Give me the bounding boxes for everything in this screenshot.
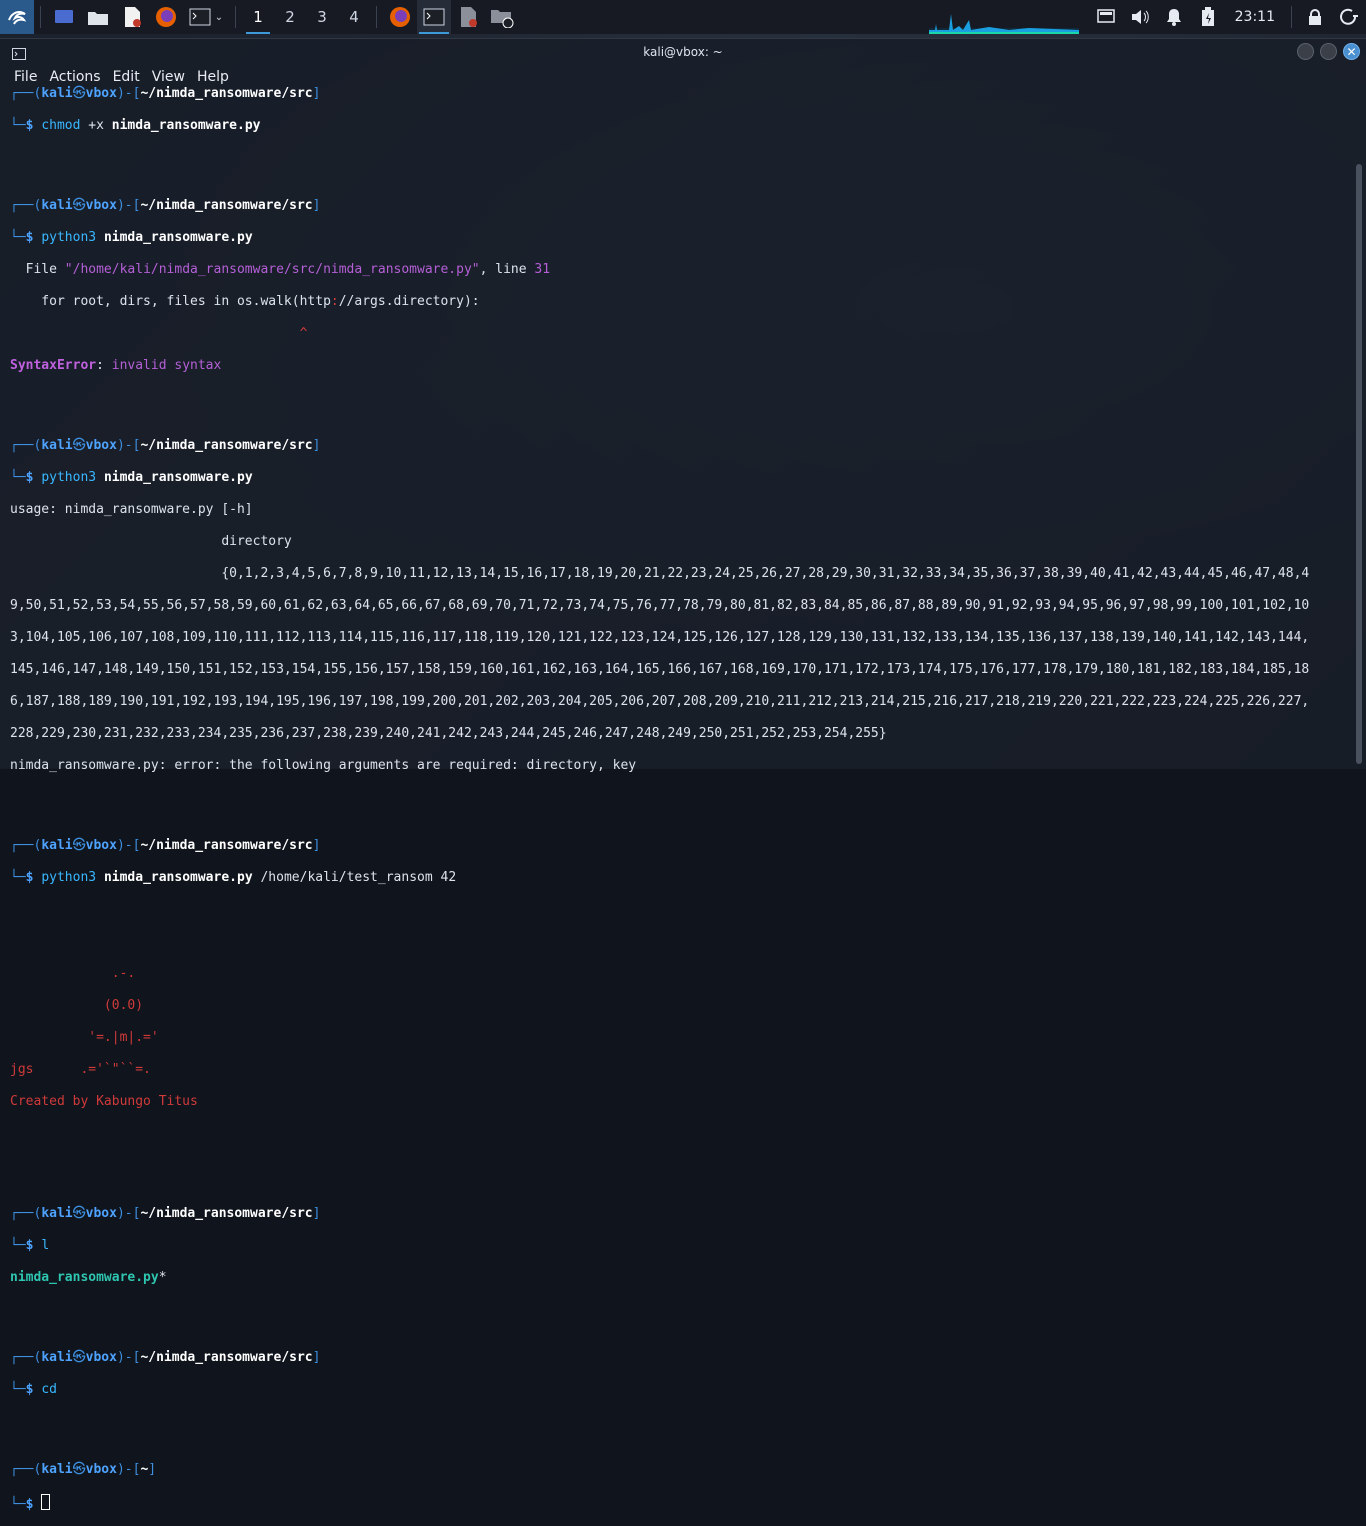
workspace-1[interactable]: 1	[242, 0, 274, 34]
ascii-art-line: '=.|m|.='	[10, 1030, 159, 1045]
prompt-line: ┌──(kali㉿vbox)-[~/nimda_ransomware/src]	[10, 438, 321, 453]
volume-button[interactable]	[1123, 0, 1157, 34]
command-line: └─$ l	[10, 1238, 50, 1253]
prompt-line: ┌──(kali㉿vbox)-[~/nimda_ransomware/src]	[10, 198, 321, 213]
terminal-icon	[423, 8, 445, 26]
text-editor-icon	[461, 7, 477, 27]
notifications-button[interactable]	[1157, 0, 1191, 34]
ascii-art-line: (0.0)	[10, 998, 144, 1013]
show-desktop-button[interactable]	[47, 0, 81, 34]
command-line: └─$ python3 nimda_ransomware.py	[10, 470, 253, 485]
cpu-graph	[928, 0, 1079, 34]
command-line: └─$ python3 nimda_ransomware.py /home/ka…	[10, 870, 457, 885]
traceback-caret: ^	[10, 326, 308, 341]
workspace-3[interactable]: 3	[306, 0, 338, 34]
top-panel: ⌄ 1 2 3 4 23:11	[0, 0, 1366, 34]
prompt-line: ┌──(kali㉿vbox)-[~/nimda_ransomware/src]	[10, 1350, 321, 1365]
firefox-task[interactable]	[383, 0, 417, 34]
kali-dragon-icon	[8, 11, 27, 25]
kali-menu-button[interactable]	[0, 0, 34, 34]
text-editor-icon	[125, 7, 141, 27]
folder-icon	[491, 10, 514, 28]
text-editor-task[interactable]	[451, 0, 485, 34]
battery-charging-icon	[1201, 7, 1214, 26]
terminal-icon	[189, 8, 211, 26]
panel-separator	[376, 6, 377, 28]
file-manager-launcher[interactable]	[81, 0, 115, 34]
panel-separator	[235, 6, 236, 28]
folder-icon	[88, 12, 108, 25]
terminal-task[interactable]	[417, 0, 451, 34]
usage-line: 3,104,105,106,107,108,109,110,111,112,11…	[10, 630, 1310, 645]
firefox-icon	[390, 7, 410, 27]
lock-icon	[1309, 9, 1321, 25]
screen-icon	[1096, 9, 1115, 23]
clock[interactable]: 23:11	[1235, 9, 1275, 25]
firefox-launcher[interactable]	[149, 0, 183, 34]
usage-line: directory	[10, 534, 292, 549]
power-icon	[1340, 8, 1358, 25]
close-icon: ✕	[1346, 44, 1357, 59]
close-button[interactable]: ✕	[1343, 43, 1360, 60]
scrollbar[interactable]	[1356, 164, 1362, 764]
command-line: └─$ cd	[10, 1382, 57, 1397]
ascii-art-line: .-.	[10, 966, 136, 981]
text-editor-launcher[interactable]	[115, 0, 149, 34]
system-tray: 23:11	[928, 0, 1366, 34]
usage-line: {0,1,2,3,4,5,6,7,8,9,10,11,12,13,14,15,1…	[10, 566, 1310, 581]
command-line: └─$ python3 nimda_ransomware.py	[10, 230, 253, 245]
prompt-line: ┌──(kali㉿vbox)-[~/nimda_ransomware/src]	[10, 1206, 321, 1221]
speaker-icon	[1131, 10, 1149, 24]
firefox-icon	[156, 7, 176, 27]
usage-line: 145,146,147,148,149,150,151,152,153,154,…	[10, 662, 1310, 677]
ls-output: nimda_ransomware.py*	[10, 1270, 167, 1285]
workspace-2[interactable]: 2	[274, 0, 306, 34]
cpu-graph-icon	[928, 14, 1079, 34]
panel-separator	[40, 6, 41, 28]
workspace-4[interactable]: 4	[338, 0, 370, 34]
usage-error-line: nimda_ransomware.py: error: the followin…	[10, 758, 637, 773]
logout-button[interactable]	[1332, 0, 1366, 34]
command-line[interactable]: └─$	[10, 1494, 1336, 1512]
prompt-line: ┌──(kali㉿vbox)-[~]	[10, 1462, 157, 1477]
prompt-line: ┌──(kali㉿vbox)-[~/nimda_ransomware/src]	[10, 86, 321, 101]
ascii-art-line: jgs .='`"``=.	[10, 1062, 151, 1077]
credit-line: Created by Kabungo Titus	[10, 1094, 198, 1109]
lock-screen-button[interactable]	[1298, 0, 1332, 34]
usage-line: 9,50,51,52,53,54,55,56,57,58,59,60,61,62…	[10, 598, 1310, 613]
error-line: SyntaxError: invalid syntax	[10, 358, 222, 373]
traceback-code-line: for root, dirs, files in os.walk(http://…	[10, 294, 480, 309]
chevron-down-icon[interactable]: ⌄	[215, 12, 223, 23]
prompt-line: ┌──(kali㉿vbox)-[~/nimda_ransomware/src]	[10, 838, 321, 853]
panel-separator	[1291, 6, 1292, 28]
usage-line: usage: nimda_ransomware.py [-h]	[10, 502, 253, 517]
bell-icon	[1166, 9, 1181, 26]
power-manager-button[interactable]	[1191, 0, 1225, 34]
file-manager-task[interactable]	[485, 0, 519, 34]
display-button[interactable]	[1089, 0, 1123, 34]
command-line: └─$ chmod +x nimda_ransomware.py	[10, 118, 261, 133]
terminal-launcher[interactable]: ⌄	[183, 0, 229, 34]
usage-line: 6,187,188,189,190,191,192,193,194,195,19…	[10, 694, 1310, 709]
usage-line: 228,229,230,231,232,233,234,235,236,237,…	[10, 726, 887, 741]
traceback-line: File "/home/kali/nimda_ransomware/src/ni…	[10, 262, 551, 277]
desktop-icon	[55, 10, 73, 23]
terminal-output[interactable]: ┌──(kali㉿vbox)-[~/nimda_ransomware/src] …	[10, 54, 1336, 1526]
terminal-cursor	[41, 1494, 51, 1510]
